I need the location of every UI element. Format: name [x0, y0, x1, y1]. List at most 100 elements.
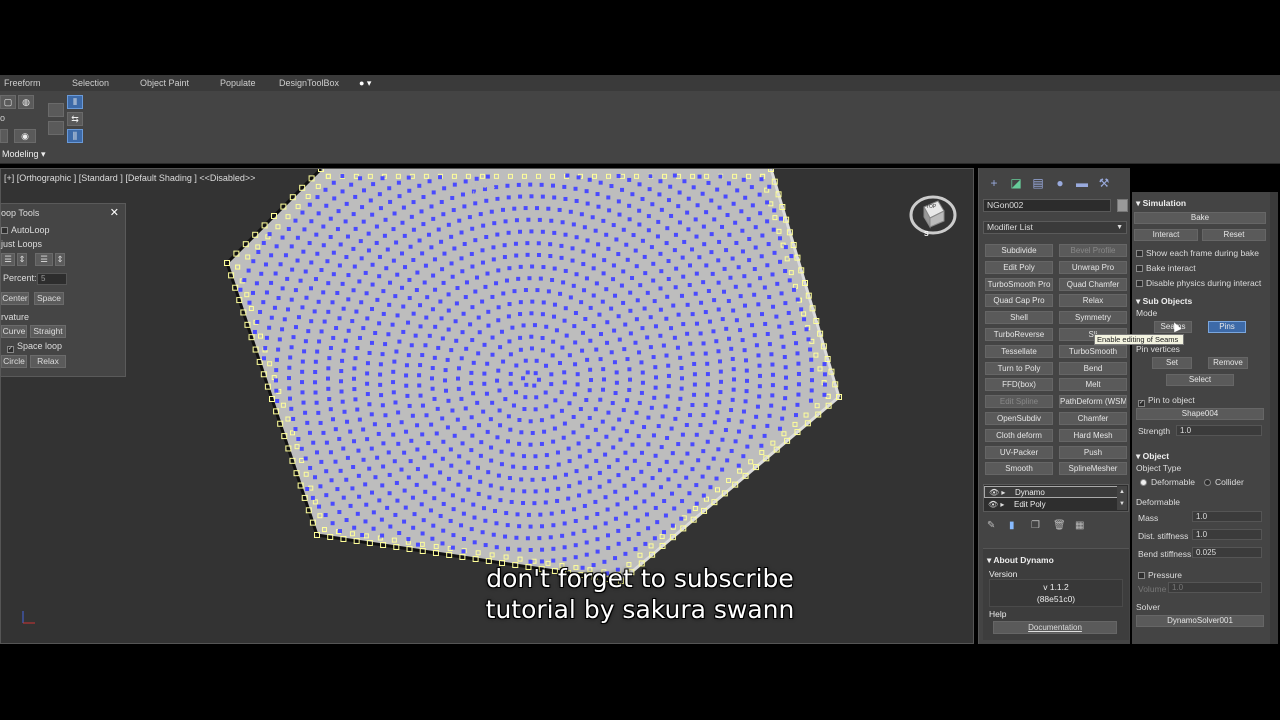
- show-each-frame-checkbox[interactable]: Show each frame during bake: [1136, 248, 1259, 258]
- modifier-button-hard-mesh[interactable]: Hard Mesh: [1059, 428, 1127, 442]
- deformable-radio[interactable]: Deformable: [1140, 477, 1195, 487]
- modifier-button-bevel-profile[interactable]: Bevel Profile: [1059, 244, 1127, 257]
- modify-icon[interactable]: ◪: [1005, 176, 1027, 190]
- set-button[interactable]: Set: [1152, 357, 1192, 369]
- tab-object-paint[interactable]: Object Paint: [140, 78, 189, 88]
- modifier-button-pathdeform-wsm[interactable]: PathDeform (WSM): [1059, 395, 1127, 409]
- loop-mode-spinner[interactable]: ⇕: [17, 253, 27, 266]
- loop-mode-icon[interactable]: ☰: [1, 253, 15, 266]
- modifier-button-turn-to-poly[interactable]: Turn to Poly: [985, 361, 1053, 375]
- reset-button[interactable]: Reset: [1202, 229, 1266, 241]
- center-button[interactable]: Center: [1, 292, 29, 305]
- tab-populate[interactable]: Populate: [220, 78, 256, 88]
- modifier-button-uv-packer[interactable]: UV-Packer: [985, 445, 1053, 459]
- snap-icon[interactable]: [48, 103, 64, 117]
- viewport-label[interactable]: [+] [Orthographic ] [Standard ] [Default…: [4, 173, 255, 183]
- ribbon-options-icon[interactable]: ● ▾: [359, 78, 371, 89]
- modifier-button-relax[interactable]: Relax: [1059, 294, 1127, 308]
- interact-button[interactable]: Interact: [1134, 229, 1198, 241]
- dist-stiffness-field[interactable]: 1.0: [1192, 529, 1262, 540]
- create-icon[interactable]: +: [983, 176, 1005, 190]
- configure-sets-icon[interactable]: ▦: [1075, 520, 1097, 531]
- stack-item-edit-poly[interactable]: 👁 ▸ Edit Poly: [984, 499, 1118, 511]
- pin-to-object-checkbox[interactable]: ✓ Pin to object: [1138, 395, 1195, 407]
- modifier-button-tessellate[interactable]: Tessellate: [985, 344, 1053, 358]
- tab-selection[interactable]: Selection: [72, 78, 109, 88]
- modifier-button-quad-chamfer[interactable]: Quad Chamfer: [1059, 277, 1127, 291]
- modifier-button-smooth[interactable]: Smooth: [985, 462, 1053, 476]
- align-icon[interactable]: ⫴: [67, 95, 83, 109]
- quad-icon[interactable]: ⫼: [67, 129, 83, 143]
- modifier-list-dropdown[interactable]: Modifier List ▼: [983, 221, 1127, 234]
- object-color-swatch[interactable]: [1117, 199, 1128, 212]
- utilities-icon[interactable]: ⚒: [1093, 176, 1115, 190]
- relax-button[interactable]: Relax: [30, 355, 66, 368]
- make-unique-icon[interactable]: ❐: [1031, 520, 1053, 531]
- select-button[interactable]: Select: [1166, 374, 1234, 386]
- disable-physics-checkbox[interactable]: Disable physics during interact: [1136, 278, 1261, 288]
- modifier-button-bend[interactable]: Bend: [1059, 361, 1127, 375]
- space-loop-checkbox[interactable]: ✓ Space loop: [7, 341, 62, 353]
- sphere-icon[interactable]: ◍: [18, 95, 34, 109]
- pins-button[interactable]: Pins: [1208, 321, 1246, 333]
- box-icon[interactable]: ▢: [0, 95, 16, 109]
- modifier-button-quad-cap-pro[interactable]: Quad Cap Pro: [985, 294, 1053, 308]
- modifier-button-melt[interactable]: Melt: [1059, 378, 1127, 392]
- modifier-button-splinemesher[interactable]: SplineMesher: [1059, 462, 1127, 476]
- stack-scrollbar[interactable]: ▲ ▼: [1117, 486, 1127, 510]
- modifier-button-unwrap-pro[interactable]: Unwrap Pro: [1059, 260, 1127, 274]
- modifier-stack[interactable]: 👁 ▸ Dynamo 👁 ▸ Edit Poly ▲ ▼: [983, 484, 1129, 512]
- modifier-button-opensubdiv[interactable]: OpenSubdiv: [985, 412, 1053, 425]
- modifier-button-turbosmooth[interactable]: TurboSmooth: [1059, 344, 1127, 358]
- eye-icon[interactable]: 👁 ▸: [988, 499, 1004, 511]
- mirror-icon[interactable]: ⇆: [67, 112, 83, 126]
- modifier-button-ffd-box[interactable]: FFD(box): [985, 378, 1053, 392]
- show-end-result-icon[interactable]: ▮: [1009, 520, 1031, 531]
- modifier-button-cloth-deform[interactable]: Cloth deform: [985, 428, 1053, 442]
- motion-icon[interactable]: ●: [1049, 176, 1071, 190]
- modifier-button-chamfer[interactable]: Chamfer: [1059, 412, 1127, 425]
- bake-button[interactable]: Bake: [1134, 212, 1266, 224]
- simulation-title[interactable]: ▾ Simulation: [1136, 198, 1186, 209]
- sub-objects-title[interactable]: ▾ Sub Objects: [1136, 296, 1192, 307]
- grid-icon[interactable]: [48, 121, 64, 135]
- modifier-button-push[interactable]: Push: [1059, 445, 1127, 459]
- mass-field[interactable]: 1.0: [1192, 511, 1262, 522]
- bend-stiffness-field[interactable]: 0.025: [1192, 547, 1262, 558]
- modifier-button-turboreverse[interactable]: TurboReverse: [985, 328, 1053, 341]
- shape-pick-button[interactable]: Shape004: [1136, 408, 1264, 420]
- collider-radio[interactable]: Collider: [1204, 477, 1244, 487]
- stack-item-dynamo[interactable]: 👁 ▸ Dynamo: [984, 486, 1118, 498]
- curve-button[interactable]: Curve: [1, 325, 27, 338]
- loop-mode-spinner-2[interactable]: ⇕: [55, 253, 65, 266]
- modifier-button-edit-spline[interactable]: Edit Spline: [985, 395, 1053, 409]
- remove-modifier-icon[interactable]: 🗑: [1053, 520, 1075, 531]
- tab-freeform[interactable]: Freeform: [4, 78, 41, 88]
- close-icon[interactable]: ✕: [110, 206, 119, 219]
- strength-field[interactable]: 1.0: [1176, 425, 1262, 436]
- viewcube[interactable]: TOP S: [908, 191, 958, 241]
- display-icon[interactable]: ▬: [1071, 176, 1093, 190]
- modeling-dropdown[interactable]: Modeling ▾: [2, 149, 46, 160]
- tool-icon[interactable]: [0, 129, 8, 143]
- eye-icon[interactable]: 👁 ▸: [989, 487, 1005, 499]
- modifier-button-symmetry[interactable]: Symmetry: [1059, 311, 1127, 325]
- remove-button[interactable]: Remove: [1208, 357, 1248, 369]
- pin-stack-icon[interactable]: ✎: [987, 520, 1009, 531]
- object-name-field[interactable]: NGon002: [983, 199, 1111, 212]
- tab-designtoolbox[interactable]: DesignToolBox: [279, 78, 339, 88]
- modifier-button-shell[interactable]: Shell: [985, 311, 1053, 325]
- loop-mode-icon-2[interactable]: ☰: [35, 253, 53, 266]
- space-button[interactable]: Space: [34, 292, 64, 305]
- object-title[interactable]: ▾ Object: [1136, 451, 1169, 462]
- modifier-button-turbosmooth-pro[interactable]: TurboSmooth Pro: [985, 277, 1053, 291]
- autoloop-checkbox[interactable]: AutoLoop: [1, 225, 50, 235]
- percent-field[interactable]: 5: [37, 273, 67, 285]
- hierarchy-icon[interactable]: ▤: [1027, 176, 1049, 190]
- straight-button[interactable]: Straight: [30, 325, 66, 338]
- target-icon[interactable]: ◉: [14, 129, 36, 143]
- circle-button[interactable]: Circle: [1, 355, 27, 368]
- modifier-button-subdivide[interactable]: Subdivide: [985, 244, 1053, 257]
- modifier-button-edit-poly[interactable]: Edit Poly: [985, 260, 1053, 274]
- bake-interact-checkbox[interactable]: Bake interact: [1136, 263, 1196, 273]
